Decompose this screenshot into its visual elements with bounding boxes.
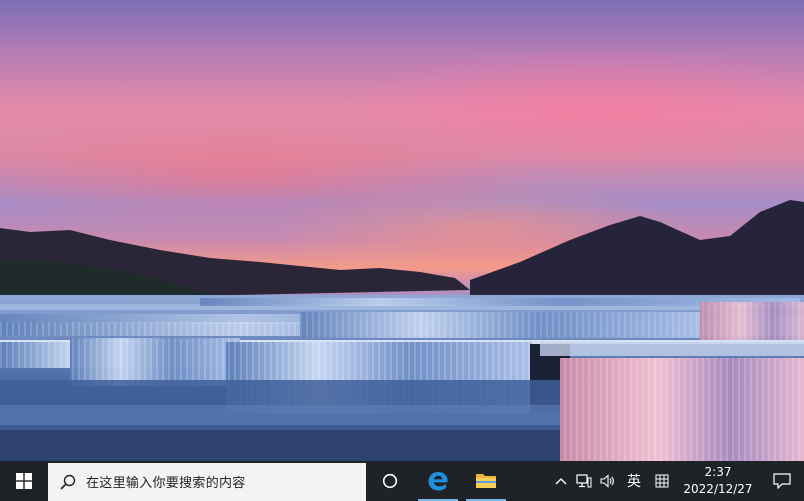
edge-icon bbox=[428, 472, 448, 491]
taskbar: 在这里输入你要搜索的内容 英 2:37 2022/12/27 bbox=[0, 461, 804, 501]
folder-icon bbox=[476, 474, 496, 488]
taskbar-clock[interactable]: 2:37 2022/12/27 bbox=[676, 464, 760, 498]
clock-date: 2022/12/27 bbox=[683, 482, 753, 496]
ime-grid-icon bbox=[655, 474, 669, 488]
windows-logo-icon bbox=[16, 473, 32, 489]
taskbar-app-edge[interactable] bbox=[414, 461, 462, 501]
network-button[interactable] bbox=[572, 461, 596, 501]
volume-button[interactable] bbox=[596, 461, 620, 501]
chevron-up-icon bbox=[555, 478, 567, 485]
start-button[interactable] bbox=[0, 461, 48, 501]
volume-icon bbox=[600, 474, 614, 488]
desktop-wallpaper bbox=[0, 0, 804, 461]
taskbar-app-file-explorer[interactable] bbox=[462, 461, 510, 501]
search-icon bbox=[60, 474, 76, 490]
wallpaper-scene bbox=[0, 200, 804, 461]
tray-expand-button[interactable] bbox=[550, 461, 572, 501]
taskbar-search-box[interactable]: 在这里输入你要搜索的内容 bbox=[48, 462, 366, 501]
clock-time: 2:37 bbox=[704, 465, 732, 479]
input-language-button[interactable]: 英 bbox=[620, 461, 648, 501]
ime-mode-button[interactable] bbox=[648, 461, 676, 501]
action-center-button[interactable] bbox=[760, 461, 804, 501]
system-tray: 英 2:37 2022/12/27 bbox=[550, 461, 804, 501]
search-placeholder: 在这里输入你要搜索的内容 bbox=[86, 476, 246, 491]
cortana-button[interactable] bbox=[366, 461, 414, 501]
network-icon bbox=[576, 474, 592, 488]
cortana-icon bbox=[382, 473, 398, 489]
notification-icon bbox=[773, 473, 791, 489]
